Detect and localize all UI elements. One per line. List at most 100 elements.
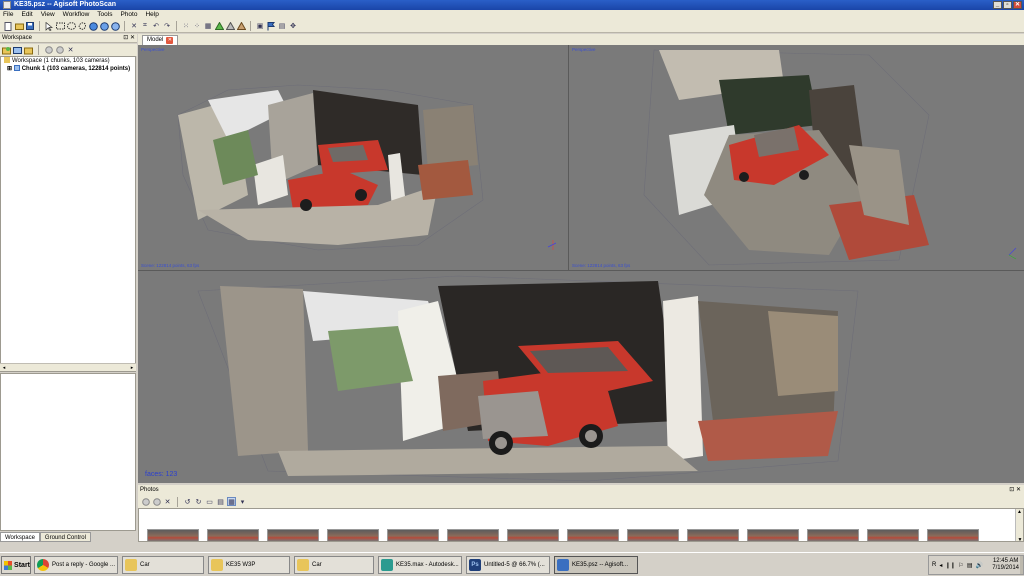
- menu-tools[interactable]: Tools: [97, 10, 112, 20]
- rotate-object-icon[interactable]: [88, 21, 98, 31]
- shaded-model-icon[interactable]: [214, 21, 224, 31]
- save-icon[interactable]: [25, 21, 35, 31]
- show-desktop-button[interactable]: [1020, 556, 1023, 574]
- new-file-icon[interactable]: [3, 21, 13, 31]
- workspace-horizontal-scrollbar[interactable]: ◂ ▸: [0, 363, 136, 371]
- photo-thumbnail[interactable]: [207, 529, 259, 541]
- circle-select-icon[interactable]: [66, 21, 76, 31]
- tray-monitor-icon[interactable]: ▤: [967, 562, 973, 569]
- viewport-bottom[interactable]: faces: 123: [138, 271, 1024, 483]
- start-button[interactable]: Start: [1, 556, 31, 574]
- point-cloud-icon[interactable]: ⁙: [181, 21, 191, 31]
- rotate-left-icon[interactable]: ↺: [183, 497, 192, 506]
- delete-selection-icon[interactable]: ✕: [129, 21, 139, 31]
- show-region-icon[interactable]: ▤: [277, 21, 287, 31]
- task-folder-car-2[interactable]: Car: [294, 556, 374, 574]
- show-cameras-icon[interactable]: ▣: [255, 21, 265, 31]
- close-tab-icon[interactable]: ✕: [166, 37, 174, 44]
- photo-thumbnail[interactable]: [867, 529, 919, 541]
- navigation-arrow-icon[interactable]: [44, 21, 54, 31]
- close-button[interactable]: ✕: [1013, 1, 1022, 9]
- photo-thumbnail[interactable]: [267, 529, 319, 541]
- photo-thumbnail[interactable]: [447, 529, 499, 541]
- tab-workspace[interactable]: Workspace: [0, 532, 40, 542]
- photo-thumbnail[interactable]: [387, 529, 439, 541]
- photo-thumbnail[interactable]: [507, 529, 559, 541]
- tab-ground-control[interactable]: Ground Control: [39, 532, 91, 542]
- crop-selection-icon[interactable]: ⌗: [140, 21, 150, 31]
- workspace-title: Workspace: [2, 35, 32, 41]
- rectangle-select-icon[interactable]: [55, 21, 65, 31]
- photo-thumbnail[interactable]: [147, 529, 199, 541]
- view-options-dropdown-icon[interactable]: ▾: [238, 497, 247, 506]
- tree-root-workspace[interactable]: Workspace (1 chunks, 103 cameras): [1, 57, 135, 65]
- disable-photo-icon[interactable]: [152, 497, 161, 506]
- menu-edit[interactable]: Edit: [21, 10, 32, 20]
- open-folder-icon[interactable]: [14, 21, 24, 31]
- details-view-icon[interactable]: ▤: [216, 497, 225, 506]
- move-object-icon[interactable]: [99, 21, 109, 31]
- reset-view-icon[interactable]: ✥: [288, 21, 298, 31]
- photo-thumbnail[interactable]: [327, 529, 379, 541]
- rotate-right-icon[interactable]: ↻: [194, 497, 203, 506]
- scroll-down-icon[interactable]: ▼: [1016, 537, 1023, 541]
- scroll-left-icon[interactable]: ◂: [0, 364, 8, 372]
- undo-icon[interactable]: ↶: [151, 21, 161, 31]
- viewport-top-right[interactable]: Perspective Scene: 122814 points, 63 fps: [569, 45, 1024, 270]
- add-chunk-icon[interactable]: [2, 46, 11, 55]
- clock[interactable]: 12:45 AM 7/19/2014: [992, 558, 1019, 572]
- show-markers-icon[interactable]: [266, 21, 276, 31]
- tray-arrow-icon[interactable]: ◂: [939, 562, 942, 569]
- tree-item-chunk-1[interactable]: ⊞ Chunk 1 (103 cameras, 122814 points): [1, 65, 135, 73]
- reset-mask-icon[interactable]: ▭: [205, 497, 214, 506]
- thumbnails-view-icon[interactable]: ▦: [227, 497, 236, 506]
- resize-region-icon[interactable]: [110, 21, 120, 31]
- viewport-divider-vertical[interactable]: [568, 45, 569, 270]
- workspace-panel-buttons[interactable]: ⊡ ✕: [123, 34, 135, 43]
- task-agisoft[interactable]: KE35.psz -- Agisoft...: [554, 556, 638, 574]
- photo-thumbnail[interactable]: [807, 529, 859, 541]
- photos-vertical-scrollbar[interactable]: ▲ ▼: [1015, 509, 1023, 541]
- task-folder-ke35-w3p[interactable]: KE35 W3P: [208, 556, 290, 574]
- expand-toggle-icon[interactable]: ⊞: [7, 66, 12, 72]
- tray-flag-icon[interactable]: ⚐: [958, 562, 963, 569]
- menu-photo[interactable]: Photo: [120, 10, 137, 20]
- menu-file[interactable]: File: [3, 10, 13, 20]
- menu-view[interactable]: View: [41, 10, 55, 20]
- enable-cameras-icon[interactable]: [44, 46, 53, 55]
- textured-model-icon[interactable]: [236, 21, 246, 31]
- photo-thumbnail[interactable]: [687, 529, 739, 541]
- wireframe-icon[interactable]: ▦: [203, 21, 213, 31]
- minimize-button[interactable]: _: [993, 1, 1002, 9]
- tab-model[interactable]: Model ✕: [142, 35, 179, 45]
- remove-items-icon[interactable]: ✕: [66, 46, 75, 55]
- menu-help[interactable]: Help: [145, 10, 158, 20]
- scroll-up-icon[interactable]: ▲: [1016, 509, 1023, 515]
- menu-workflow[interactable]: Workflow: [63, 10, 90, 20]
- solid-model-icon[interactable]: [225, 21, 235, 31]
- free-form-select-icon[interactable]: [77, 21, 87, 31]
- task-chrome[interactable]: Post a reply - Google ...: [34, 556, 118, 574]
- maximize-button[interactable]: ▫: [1003, 1, 1012, 9]
- disable-cameras-icon[interactable]: [55, 46, 64, 55]
- photo-thumbnail[interactable]: [627, 529, 679, 541]
- add-folder-icon[interactable]: [24, 46, 33, 55]
- viewport-top-left[interactable]: Perspective Scene: 122814 points, 63 fps: [138, 45, 568, 270]
- task-3dsmax[interactable]: KE35.max - Autodesk...: [378, 556, 462, 574]
- scroll-right-icon[interactable]: ▸: [128, 364, 136, 372]
- tray-volume-icon[interactable]: 🔊: [975, 562, 982, 569]
- tray-language-icon[interactable]: R: [932, 562, 936, 569]
- photo-thumbnail[interactable]: [747, 529, 799, 541]
- task-folder-car[interactable]: Car: [122, 556, 204, 574]
- remove-photo-icon[interactable]: ✕: [163, 497, 172, 506]
- redo-icon[interactable]: ↷: [162, 21, 172, 31]
- dense-cloud-icon[interactable]: ⁘: [192, 21, 202, 31]
- add-photos-icon[interactable]: [13, 46, 22, 55]
- tray-network-icon[interactable]: ❙❙: [945, 562, 955, 569]
- photo-thumbnail[interactable]: [567, 529, 619, 541]
- task-photoshop[interactable]: Ps Untitled-5 @ 66.7% (...: [466, 556, 550, 574]
- photo-thumbnail[interactable]: [927, 529, 979, 541]
- photos-panel-buttons[interactable]: ⊡ ✕: [1009, 485, 1021, 495]
- enable-photo-icon[interactable]: [141, 497, 150, 506]
- model-viewport[interactable]: Perspective Scene: 122814 points, 63 fps…: [138, 45, 1024, 483]
